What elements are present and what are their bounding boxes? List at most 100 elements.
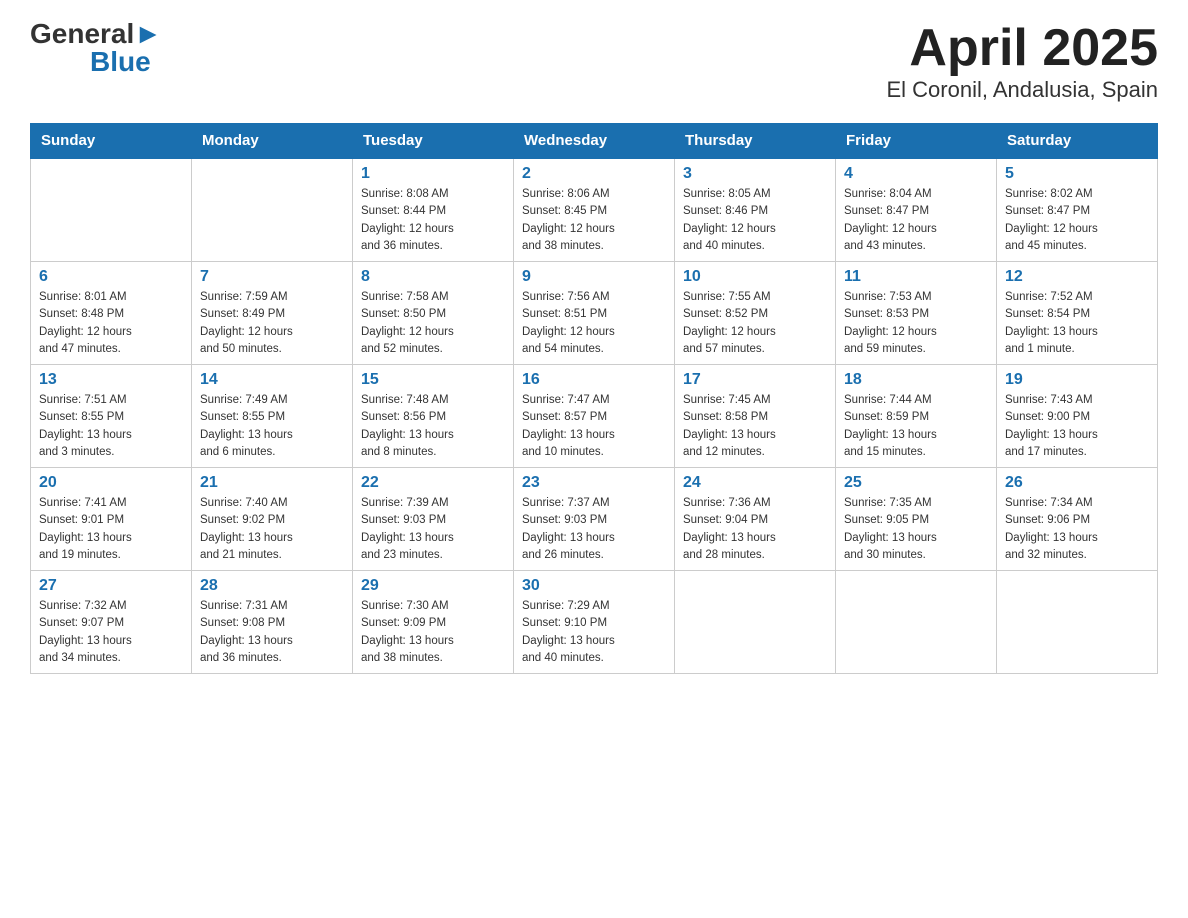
- calendar-cell: 10 Sunrise: 7:55 AMSunset: 8:52 PMDayligh…: [675, 262, 836, 365]
- day-info: Sunrise: 7:29 AMSunset: 9:10 PMDaylight:…: [522, 598, 666, 667]
- calendar-cell: 1Sunrise: 8:08 AMSunset: 8:44 PMDaylight…: [353, 158, 514, 262]
- day-number: 6: [39, 268, 183, 286]
- day-info: Sunrise: 7:34 AMSunset: 9:06 PMDaylight:…: [1005, 495, 1149, 564]
- day-number: 1: [361, 165, 505, 183]
- day-number: 17: [683, 371, 827, 389]
- day-number: 10: [683, 268, 827, 286]
- day-info: Sunrise: 7:40 AMSunset: 9:02 PMDaylight:…: [200, 495, 344, 564]
- calendar-cell: 4 Sunrise: 8:04 AMSunset: 8:47 PMDaylight…: [836, 158, 997, 262]
- logo-blue-text: Blue: [90, 48, 151, 76]
- calendar-cell: 30 Sunrise: 7:29 AMSunset: 9:10 PMDayligh…: [514, 571, 675, 674]
- week-row-3: 13 Sunrise: 7:51 AMSunset: 8:55 PMDayligh…: [31, 365, 1158, 468]
- day-number: 23: [522, 474, 666, 492]
- calendar-title: April 2025: [887, 20, 1159, 77]
- weekday-header-sunday: Sunday: [31, 124, 192, 159]
- day-number: 4: [844, 165, 988, 183]
- day-info: Sunrise: 8:04 AMSunset: 8:47 PMDaylight:…: [844, 186, 988, 255]
- day-info: Sunrise: 7:37 AMSunset: 9:03 PMDaylight:…: [522, 495, 666, 564]
- calendar-cell: 11 Sunrise: 7:53 AMSunset: 8:53 PMDayligh…: [836, 262, 997, 365]
- day-info: Sunrise: 8:06 AMSunset: 8:45 PMDaylight:…: [522, 186, 666, 255]
- weekday-header-wednesday: Wednesday: [514, 124, 675, 159]
- day-number: 18: [844, 371, 988, 389]
- day-info: Sunrise: 7:31 AMSunset: 9:08 PMDaylight:…: [200, 598, 344, 667]
- weekday-header-thursday: Thursday: [675, 124, 836, 159]
- day-info: Sunrise: 7:43 AMSunset: 9:00 PMDaylight:…: [1005, 392, 1149, 461]
- day-number: 7: [200, 268, 344, 286]
- weekday-header-monday: Monday: [192, 124, 353, 159]
- calendar-cell: [675, 571, 836, 674]
- calendar-cell: 5 Sunrise: 8:02 AMSunset: 8:47 PMDaylight…: [997, 158, 1158, 262]
- weekday-header-saturday: Saturday: [997, 124, 1158, 159]
- week-row-4: 20 Sunrise: 7:41 AMSunset: 9:01 PMDayligh…: [31, 468, 1158, 571]
- day-number: 28: [200, 577, 344, 595]
- day-number: 25: [844, 474, 988, 492]
- day-info: Sunrise: 7:48 AMSunset: 8:56 PMDaylight:…: [361, 392, 505, 461]
- weekday-header-friday: Friday: [836, 124, 997, 159]
- day-number: 19: [1005, 371, 1149, 389]
- calendar-cell: 13 Sunrise: 7:51 AMSunset: 8:55 PMDayligh…: [31, 365, 192, 468]
- day-info: Sunrise: 7:51 AMSunset: 8:55 PMDaylight:…: [39, 392, 183, 461]
- day-number: 11: [844, 268, 988, 286]
- calendar-cell: 25 Sunrise: 7:35 AMSunset: 9:05 PMDayligh…: [836, 468, 997, 571]
- week-row-1: 1Sunrise: 8:08 AMSunset: 8:44 PMDaylight…: [31, 158, 1158, 262]
- day-number: 5: [1005, 165, 1149, 183]
- day-number: 13: [39, 371, 183, 389]
- calendar-cell: 28 Sunrise: 7:31 AMSunset: 9:08 PMDayligh…: [192, 571, 353, 674]
- day-number: 27: [39, 577, 183, 595]
- calendar-cell: 3 Sunrise: 8:05 AMSunset: 8:46 PMDaylight…: [675, 158, 836, 262]
- day-number: 2: [522, 165, 666, 183]
- day-info: Sunrise: 7:49 AMSunset: 8:55 PMDaylight:…: [200, 392, 344, 461]
- day-number: 20: [39, 474, 183, 492]
- calendar-cell: 23 Sunrise: 7:37 AMSunset: 9:03 PMDayligh…: [514, 468, 675, 571]
- week-row-5: 27 Sunrise: 7:32 AMSunset: 9:07 PMDayligh…: [31, 571, 1158, 674]
- day-number: 3: [683, 165, 827, 183]
- day-info: Sunrise: 7:39 AMSunset: 9:03 PMDaylight:…: [361, 495, 505, 564]
- calendar-cell: [997, 571, 1158, 674]
- day-info: Sunrise: 7:32 AMSunset: 9:07 PMDaylight:…: [39, 598, 183, 667]
- logo-general-text: General►: [30, 20, 162, 48]
- day-number: 21: [200, 474, 344, 492]
- day-info: Sunrise: 7:55 AMSunset: 8:52 PMDaylight:…: [683, 289, 827, 358]
- day-info: Sunrise: 7:59 AMSunset: 8:49 PMDaylight:…: [200, 289, 344, 358]
- calendar-cell: 22 Sunrise: 7:39 AMSunset: 9:03 PMDayligh…: [353, 468, 514, 571]
- day-info: Sunrise: 7:53 AMSunset: 8:53 PMDaylight:…: [844, 289, 988, 358]
- day-number: 9: [522, 268, 666, 286]
- day-number: 15: [361, 371, 505, 389]
- weekday-header-tuesday: Tuesday: [353, 124, 514, 159]
- day-info: Sunrise: 7:45 AMSunset: 8:58 PMDaylight:…: [683, 392, 827, 461]
- day-info: Sunrise: 7:52 AMSunset: 8:54 PMDaylight:…: [1005, 289, 1149, 358]
- day-number: 29: [361, 577, 505, 595]
- day-number: 26: [1005, 474, 1149, 492]
- calendar-cell: 29 Sunrise: 7:30 AMSunset: 9:09 PMDayligh…: [353, 571, 514, 674]
- calendar-cell: 6Sunrise: 8:01 AMSunset: 8:48 PMDaylight…: [31, 262, 192, 365]
- calendar-table: SundayMondayTuesdayWednesdayThursdayFrid…: [30, 123, 1158, 674]
- calendar-cell: 19 Sunrise: 7:43 AMSunset: 9:00 PMDayligh…: [997, 365, 1158, 468]
- weekday-header-row: SundayMondayTuesdayWednesdayThursdayFrid…: [31, 124, 1158, 159]
- day-info: Sunrise: 7:35 AMSunset: 9:05 PMDaylight:…: [844, 495, 988, 564]
- day-info: Sunrise: 7:41 AMSunset: 9:01 PMDaylight:…: [39, 495, 183, 564]
- day-number: 14: [200, 371, 344, 389]
- calendar-subtitle: El Coronil, Andalusia, Spain: [887, 77, 1159, 103]
- day-number: 12: [1005, 268, 1149, 286]
- calendar-cell: [192, 158, 353, 262]
- calendar-cell: 21 Sunrise: 7:40 AMSunset: 9:02 PMDayligh…: [192, 468, 353, 571]
- calendar-cell: 8Sunrise: 7:58 AMSunset: 8:50 PMDaylight…: [353, 262, 514, 365]
- calendar-cell: 14 Sunrise: 7:49 AMSunset: 8:55 PMDayligh…: [192, 365, 353, 468]
- logo: General► Blue: [30, 20, 162, 76]
- day-number: 30: [522, 577, 666, 595]
- calendar-cell: 26 Sunrise: 7:34 AMSunset: 9:06 PMDayligh…: [997, 468, 1158, 571]
- day-number: 24: [683, 474, 827, 492]
- calendar-cell: 17 Sunrise: 7:45 AMSunset: 8:58 PMDayligh…: [675, 365, 836, 468]
- calendar-cell: 12 Sunrise: 7:52 AMSunset: 8:54 PMDayligh…: [997, 262, 1158, 365]
- calendar-cell: 15 Sunrise: 7:48 AMSunset: 8:56 PMDayligh…: [353, 365, 514, 468]
- day-info: Sunrise: 7:58 AMSunset: 8:50 PMDaylight:…: [361, 289, 505, 358]
- day-info: Sunrise: 7:36 AMSunset: 9:04 PMDaylight:…: [683, 495, 827, 564]
- page-header: General► Blue April 2025 El Coronil, And…: [30, 20, 1158, 103]
- day-info: Sunrise: 7:30 AMSunset: 9:09 PMDaylight:…: [361, 598, 505, 667]
- day-number: 22: [361, 474, 505, 492]
- calendar-cell: 18Sunrise: 7:44 AMSunset: 8:59 PMDayligh…: [836, 365, 997, 468]
- day-info: Sunrise: 8:05 AMSunset: 8:46 PMDaylight:…: [683, 186, 827, 255]
- day-info: Sunrise: 8:02 AMSunset: 8:47 PMDaylight:…: [1005, 186, 1149, 255]
- calendar-cell: 20 Sunrise: 7:41 AMSunset: 9:01 PMDayligh…: [31, 468, 192, 571]
- calendar-cell: 27 Sunrise: 7:32 AMSunset: 9:07 PMDayligh…: [31, 571, 192, 674]
